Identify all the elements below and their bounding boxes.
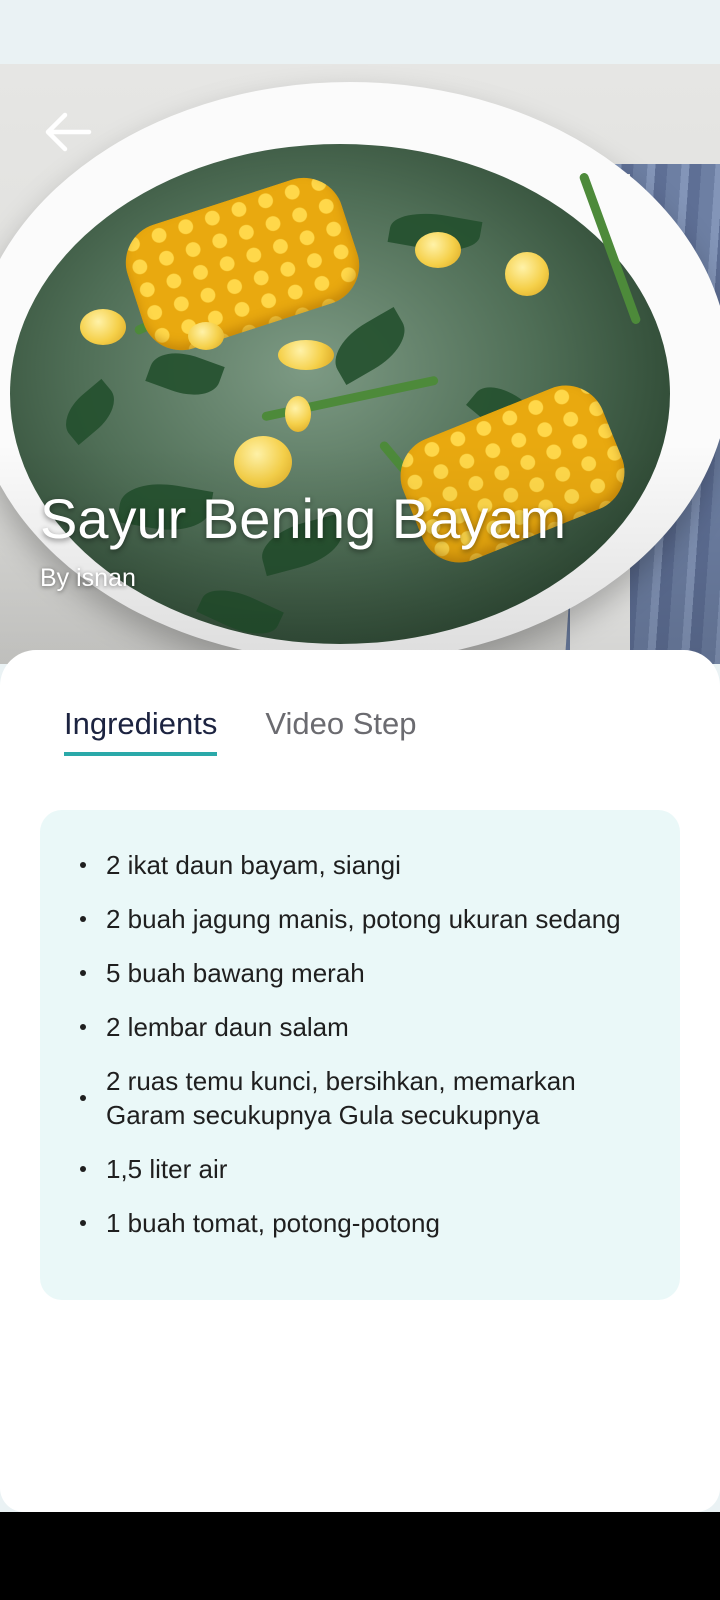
ingredient-item: 2 buah jagung manis, potong ukuran sedan… [80, 902, 660, 936]
bullet-icon [80, 1095, 86, 1101]
recipe-detail-sheet: Ingredients Video Step 2 ikat daun bayam… [0, 650, 720, 1512]
tab-bar: Ingredients Video Step [64, 706, 417, 756]
arrow-left-icon [43, 110, 93, 159]
bullet-icon [80, 970, 86, 976]
system-navigation-bar [0, 1512, 720, 1600]
ingredient-item: 1 buah tomat, potong-potong [80, 1206, 660, 1240]
bullet-icon [80, 862, 86, 868]
ingredient-item: 2 ruas temu kunci, bersihkan, memarkan G… [80, 1064, 660, 1132]
recipe-author: By isnan [40, 564, 136, 592]
bullet-icon [80, 916, 86, 922]
status-bar [0, 0, 720, 64]
recipe-title: Sayur Bening Bayam [40, 487, 567, 550]
ingredient-item: 1,5 liter air [80, 1152, 660, 1186]
ingredient-item: 2 ikat daun bayam, siangi [80, 848, 660, 882]
ingredients-list: 2 ikat daun bayam, siangi 2 buah jagung … [80, 848, 660, 1240]
ingredient-item: 2 lembar daun salam [80, 1010, 660, 1044]
hero-shade [0, 444, 720, 664]
bullet-icon [80, 1024, 86, 1030]
bullet-icon [80, 1166, 86, 1172]
bullet-icon [80, 1220, 86, 1226]
ingredient-item: 5 buah bawang merah [80, 956, 660, 990]
ingredients-card: 2 ikat daun bayam, siangi 2 buah jagung … [40, 810, 680, 1300]
tab-video-step[interactable]: Video Step [265, 706, 416, 756]
back-button[interactable] [40, 106, 96, 162]
tab-ingredients[interactable]: Ingredients [64, 706, 218, 756]
